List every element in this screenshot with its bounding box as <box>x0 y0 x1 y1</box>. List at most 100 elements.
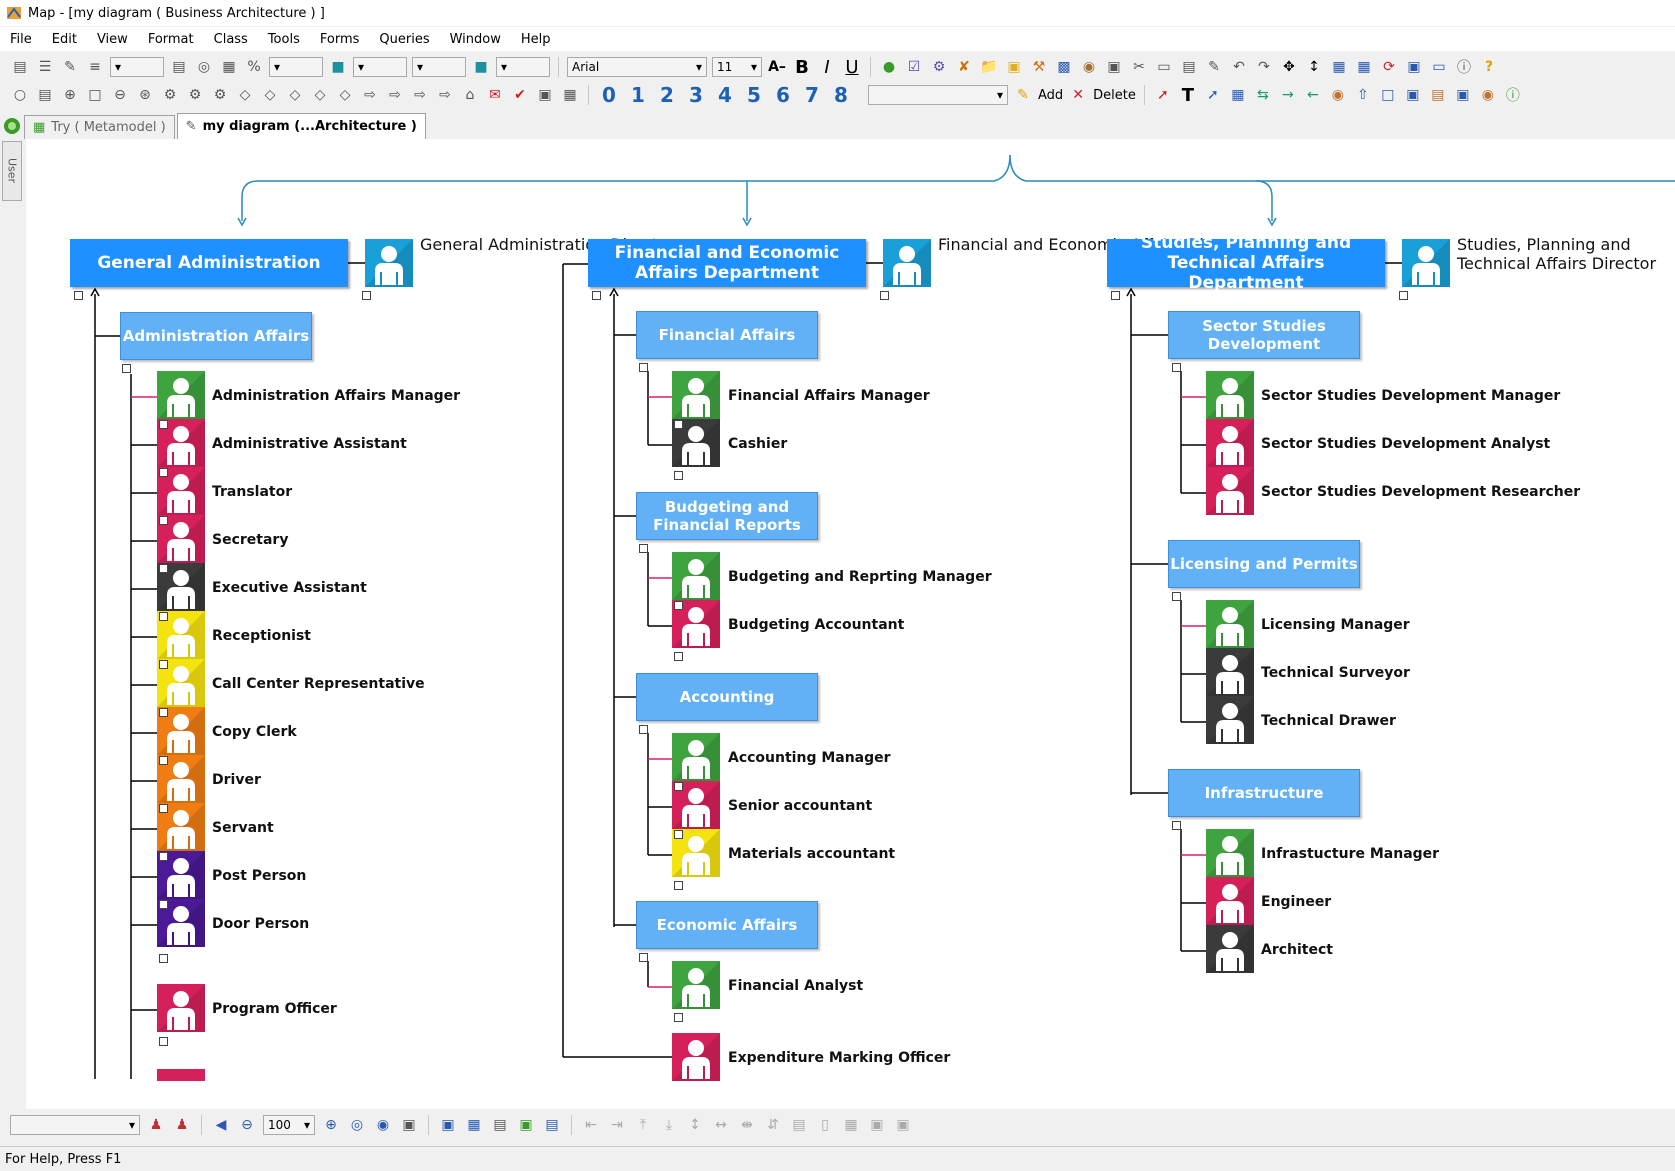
align-right-icon[interactable]: ⇥ <box>607 1115 627 1135</box>
font-size-select[interactable]: 11 ▾ <box>712 57 762 77</box>
expand-marker-icon[interactable] <box>159 1037 168 1046</box>
department-box[interactable]: Financial and Economic Affairs Departmen… <box>588 239 866 287</box>
align-top-icon[interactable]: ⤒ <box>633 1115 653 1135</box>
unit-box[interactable]: Economic Affairs <box>636 901 818 949</box>
mail-icon[interactable]: ✉ <box>485 85 505 105</box>
person-icon[interactable] <box>1206 419 1254 467</box>
calendar-icon[interactable]: ▦ <box>560 85 580 105</box>
target-icon[interactable]: ◎ <box>194 57 214 77</box>
cookie-icon[interactable]: ◉ <box>1328 85 1348 105</box>
brush-icon[interactable]: ✎ <box>1204 57 1224 77</box>
menu-format[interactable]: Format <box>148 32 194 47</box>
diamond-shape3-icon[interactable]: ◇ <box>285 85 305 105</box>
expand-marker-icon[interactable] <box>159 852 168 861</box>
underline-icon[interactable]: U <box>842 57 862 78</box>
menu-help[interactable]: Help <box>521 32 551 47</box>
gear-shape-icon[interactable]: ⚙ <box>160 85 180 105</box>
expand-marker-icon[interactable] <box>122 364 131 373</box>
connector-tool-icon[interactable]: → <box>1278 85 1298 105</box>
wrench-icon[interactable]: ⚒ <box>1029 57 1049 77</box>
width-combo[interactable]: ▾ <box>269 57 323 77</box>
number-tool-8[interactable]: 8 <box>829 83 853 107</box>
view4-icon[interactable]: ▣ <box>516 1115 536 1135</box>
unit-box[interactable]: Licensing and Permits <box>1168 540 1360 588</box>
expand-marker-icon[interactable] <box>674 881 683 890</box>
menu-view[interactable]: View <box>97 32 128 47</box>
plus-circle-icon[interactable]: ⊕ <box>60 85 80 105</box>
person-icon[interactable] <box>1402 239 1450 287</box>
menu-tools[interactable]: Tools <box>268 32 300 47</box>
view1-icon[interactable]: ▣ <box>438 1115 458 1135</box>
tab-try-metamodel[interactable]: ▦ Try ( Metamodel ) <box>24 115 175 139</box>
view5-icon[interactable]: ▤ <box>542 1115 562 1135</box>
diamond-shape4-icon[interactable]: ◇ <box>310 85 330 105</box>
diamond-shape2-icon[interactable]: ◇ <box>260 85 280 105</box>
department-box[interactable]: Studies, Planning and Technical Affairs … <box>1107 233 1385 293</box>
person-icon[interactable] <box>1206 600 1254 648</box>
expand-marker-icon[interactable] <box>674 1013 683 1022</box>
person-icon[interactable] <box>672 733 720 781</box>
person-icon[interactable] <box>883 239 931 287</box>
window-icon[interactable]: ▭ <box>1429 57 1449 77</box>
cylinder-icon[interactable]: ▣ <box>1453 85 1473 105</box>
fill-combo[interactable]: ▾ <box>353 57 407 77</box>
expand-marker-icon[interactable] <box>1172 821 1181 830</box>
person-icon[interactable] <box>1206 648 1254 696</box>
align-bottom-icon[interactable]: ⤓ <box>659 1115 679 1135</box>
folder-icon[interactable]: ▣ <box>1004 57 1024 77</box>
style-combo[interactable]: ▾ <box>110 57 164 77</box>
menu-queries[interactable]: Queries <box>379 32 429 47</box>
list-icon[interactable]: ☰ <box>35 57 55 77</box>
check-doc-icon[interactable]: ☑ <box>904 57 924 77</box>
inbox-icon[interactable]: ▣ <box>535 85 555 105</box>
box-shape-icon[interactable]: □ <box>85 85 105 105</box>
expand-marker-icon[interactable] <box>674 652 683 661</box>
unit-box[interactable]: Financial Affairs <box>636 311 818 359</box>
expand-marker-icon[interactable] <box>674 601 683 610</box>
person-icon[interactable] <box>1206 877 1254 925</box>
arrow-box2-icon[interactable]: ⇨ <box>385 85 405 105</box>
expand-marker-icon[interactable] <box>674 782 683 791</box>
open-folder-icon[interactable]: 📁 <box>979 57 999 77</box>
font-shrink-icon[interactable]: A– <box>767 57 787 77</box>
globe-icon[interactable]: ● <box>879 57 899 77</box>
table-icon[interactable]: ▦ <box>1329 57 1349 77</box>
expand-marker-icon[interactable] <box>159 954 168 963</box>
rect-shape-icon[interactable]: ▤ <box>35 85 55 105</box>
border-combo[interactable]: ▾ <box>496 57 550 77</box>
diamond-shape5-icon[interactable]: ◇ <box>335 85 355 105</box>
star-circle-icon[interactable]: ⊛ <box>135 85 155 105</box>
same-height-icon[interactable]: ▯ <box>815 1115 835 1135</box>
expand-marker-icon[interactable] <box>159 756 168 765</box>
save-icon[interactable]: ▩ <box>1054 57 1074 77</box>
expand-marker-icon[interactable] <box>159 420 168 429</box>
delete-icon[interactable]: ✕ <box>1068 85 1088 105</box>
people2-icon[interactable]: ♟ <box>172 1115 192 1135</box>
refresh-icon[interactable]: ⟳ <box>1379 57 1399 77</box>
link-tool-icon[interactable]: ⇆ <box>1253 85 1273 105</box>
expand-marker-icon[interactable] <box>1172 592 1181 601</box>
unit-box[interactable]: Sector Studies Development <box>1168 311 1360 359</box>
menu-edit[interactable]: Edit <box>52 32 77 47</box>
person-icon[interactable] <box>157 984 205 1032</box>
map-icon[interactable]: ▣ <box>1404 57 1424 77</box>
copy-icon[interactable]: ▭ <box>1154 57 1174 77</box>
align-middle-icon[interactable]: ↔ <box>711 1115 731 1135</box>
expand-marker-icon[interactable] <box>674 830 683 839</box>
paste-icon[interactable]: ▤ <box>1179 57 1199 77</box>
space-v-icon[interactable]: ⇵ <box>763 1115 783 1135</box>
cut-icon[interactable]: ✂ <box>1129 57 1149 77</box>
home-icon[interactable]: ⌂ <box>460 85 480 105</box>
arrow-box3-icon[interactable]: ⇨ <box>410 85 430 105</box>
person-icon[interactable] <box>672 552 720 600</box>
info-icon[interactable]: ⓘ <box>1454 57 1474 77</box>
arrow-box4-icon[interactable]: ⇨ <box>435 85 455 105</box>
expand-marker-icon[interactable] <box>1111 291 1120 300</box>
unit-box[interactable]: Accounting <box>636 673 818 721</box>
preview-icon[interactable]: ▣ <box>1104 57 1124 77</box>
menu-class[interactable]: Class <box>214 32 248 47</box>
expand-marker-icon[interactable] <box>159 516 168 525</box>
layer-select[interactable]: ▾ <box>10 1115 140 1135</box>
move-v-icon[interactable]: ↕ <box>1304 57 1324 77</box>
number-tool-4[interactable]: 4 <box>713 83 737 107</box>
